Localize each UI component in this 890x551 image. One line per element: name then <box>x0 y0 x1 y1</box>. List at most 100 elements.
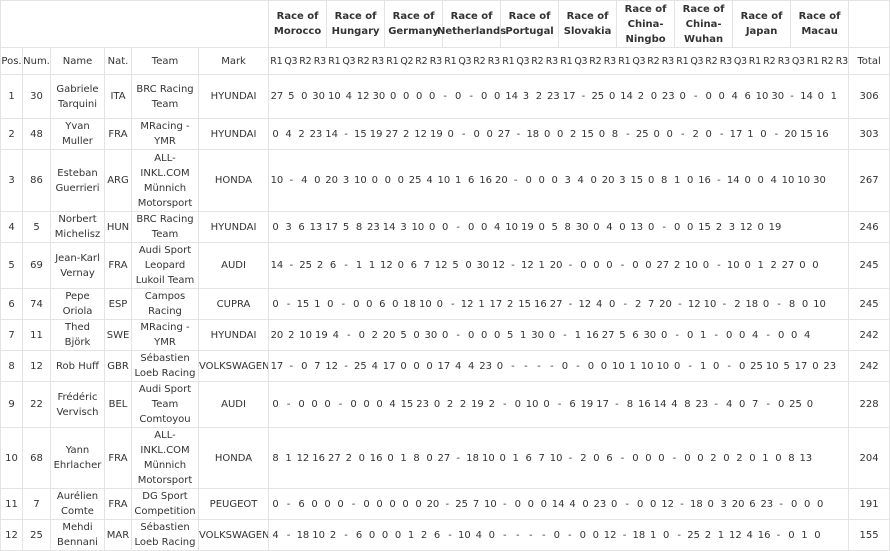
race-name: Race of Slovakia <box>559 1 618 47</box>
score-value: 0 <box>468 221 475 233</box>
score-value: 1 <box>629 360 636 372</box>
standings-table: Race of Morocco Race of Hungary Race of Ge… <box>0 0 890 551</box>
score-value: 30 <box>372 91 386 102</box>
score-value: - <box>524 360 528 372</box>
score-value: 10 <box>419 298 432 310</box>
score-value: 6 <box>749 498 756 510</box>
score-value: 0 <box>679 91 686 102</box>
score-value: 12 <box>578 298 592 310</box>
score-value: - <box>790 91 794 102</box>
nat-cell: ESP <box>104 288 132 320</box>
session-label: R2 <box>299 55 312 67</box>
score-value: 1 <box>355 260 363 271</box>
score-value: 0 <box>392 298 399 310</box>
score-value: 0 <box>514 498 521 510</box>
pos-cell: 3 <box>0 149 23 212</box>
score-value: 0 <box>744 260 751 271</box>
score-value: 4 <box>671 399 678 410</box>
score-value: 4 <box>272 529 279 541</box>
score-value: 19 <box>471 399 484 410</box>
score-value: 23 <box>760 498 774 510</box>
score-value: 4 <box>475 529 482 541</box>
score-value: 0 <box>593 260 600 271</box>
race-name: Race of Netherlands <box>437 1 506 47</box>
score-value: 10 <box>411 221 425 233</box>
score-value: - <box>346 329 351 341</box>
score-value: 27 <box>601 329 615 341</box>
score-value: 20 <box>270 329 284 341</box>
score-value: - <box>677 529 682 541</box>
score-value: 17 <box>325 221 339 233</box>
score-value: 8 <box>626 399 634 410</box>
score-value: 0 <box>465 260 472 271</box>
num-cell: 68 <box>22 427 51 489</box>
name-cell: Yvan Muller <box>50 118 105 150</box>
pos-cell: 5 <box>0 242 23 289</box>
session-label: R2 <box>647 55 660 67</box>
score-value: 25 <box>408 175 422 186</box>
num-cell: 7 <box>22 488 51 520</box>
score-value: 10 <box>685 260 698 271</box>
mark-cell: AUDI <box>197 381 270 428</box>
scores-line: 17-0 7 12-25 4 17 0 0 0 17 4 4 23 0- - - -0-0 0 10 1 10 10 0-… <box>270 359 848 374</box>
score-value: 17 <box>596 399 609 410</box>
num-cell: 86 <box>22 149 51 212</box>
team-cell: Audi Sport Leopard Lukoil Team <box>131 242 199 289</box>
score-value: 0 <box>376 399 383 410</box>
score-value: 16 <box>369 452 383 464</box>
scores-line: 0-0 0 0-0 0 0 4 15 23 0 2 2 19 2-0 10 0-6 19 17-8 16 14 4 8 2… <box>270 397 848 412</box>
score-value: 0 <box>723 452 730 464</box>
score-value: 14 <box>270 260 284 271</box>
score-value: 15 <box>296 298 310 310</box>
score-value: 0 <box>363 399 370 410</box>
score-value: 1 <box>574 329 582 341</box>
score-value: 6 <box>632 329 639 341</box>
score-value: 2 <box>637 91 645 102</box>
score-value: 0 <box>426 452 433 464</box>
num-cell: 74 <box>22 288 51 320</box>
score-value: 1 <box>699 360 707 372</box>
scores-cell: 20 2 10 19 4-0 2 20 5 0 30 0-0 0 0 5 1 30 0-1 16 27 5 6 30 0-0… <box>268 319 850 351</box>
score-value: 0 <box>561 360 569 372</box>
score-value: 0 <box>371 175 378 186</box>
score-value: 0 <box>272 221 279 233</box>
score-value: 10 <box>703 298 717 310</box>
standings-body: 1 30 Gabriele Tarquini ITA BRC Racing Team HY… <box>0 74 890 551</box>
score-value: 30 <box>643 329 657 341</box>
pos-cell: 11 <box>0 488 23 520</box>
score-value: 0 <box>816 498 824 510</box>
session-label: R3 <box>777 55 790 67</box>
score-value: 5 <box>551 221 558 233</box>
score-value: 0 <box>376 498 383 510</box>
session-label-row: R1 Q3 R2 R3 R1 Q3 R2 R3 R1 Q2 R2 R3 R1 Q3 R2 R3 R1 Q3 R2 R3… <box>270 49 847 74</box>
score-value: 0 <box>799 260 806 271</box>
score-value: 0 <box>272 128 279 140</box>
score-value: 30 <box>813 175 826 186</box>
score-value: 0 <box>324 399 331 410</box>
score-value: 0 <box>817 91 825 102</box>
score-value: 12 <box>492 260 505 271</box>
score-value: 0 <box>481 91 488 102</box>
table-row: 9 22 Frédéric Vervisch BEL Audi Sport Team C… <box>0 381 890 428</box>
score-value: 1 <box>757 260 764 271</box>
score-value: 27 <box>549 298 563 310</box>
score-value: 1 <box>520 329 527 341</box>
score-value: 0 <box>650 91 658 102</box>
score-value: 0 <box>590 175 597 186</box>
score-value: 0 <box>301 360 308 372</box>
score-value: 2 <box>329 529 337 541</box>
score-value: - <box>448 529 452 541</box>
score-value: 27 <box>781 260 795 271</box>
pos-cell: 9 <box>0 381 23 428</box>
race-name: Race of China-Wuhan <box>675 1 734 47</box>
score-value: 0 <box>684 452 691 464</box>
score-value: 12 <box>296 452 310 464</box>
total-cell: 191 <box>848 488 890 520</box>
col-name: Name <box>50 47 105 75</box>
score-value: - <box>678 298 682 310</box>
score-value: 4 <box>371 360 378 372</box>
score-value: - <box>286 399 291 410</box>
pos-cell: 2 <box>0 118 23 150</box>
score-value: 0 <box>645 452 652 464</box>
score-value: 1 <box>650 529 657 541</box>
